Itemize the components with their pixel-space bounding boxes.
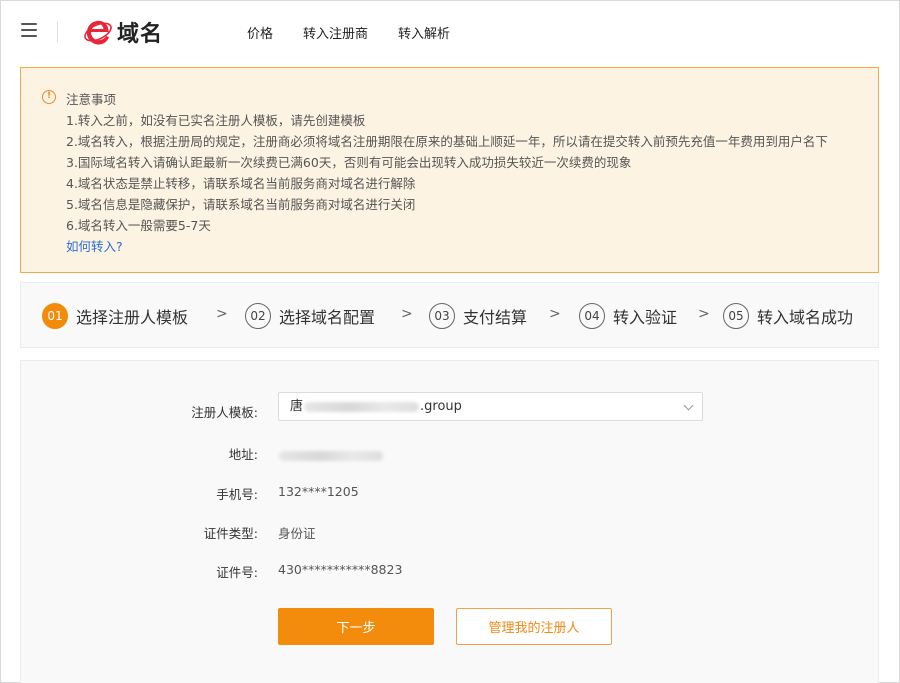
- top-header: 域名 价格 转入注册商 转入解析: [1, 1, 899, 63]
- address-row: 地址:: [21, 441, 878, 463]
- id-type-label: 证件类型:: [203, 526, 258, 541]
- top-nav: 价格 转入注册商 转入解析: [247, 23, 480, 42]
- notice-item: 3.国际域名转入请确认距最新一次续费已满60天，否则有可能会出现转入成功损失较近…: [66, 155, 632, 170]
- step-number: 03: [429, 303, 455, 329]
- template-value-prefix: 唐: [290, 399, 304, 414]
- template-label: 注册人模板:: [191, 405, 258, 420]
- step-label: 支付结算: [463, 308, 528, 327]
- step-label: 转入域名成功: [757, 308, 854, 327]
- step-number: 01: [42, 303, 68, 329]
- id-number-value: 430***********8823: [278, 562, 403, 577]
- step-separator: >: [698, 306, 710, 322]
- notice-item: 1.转入之前，如没有已实名注册人模板，请先创建模板: [66, 113, 366, 128]
- address-label: 地址:: [228, 447, 258, 462]
- step-number: 04: [579, 303, 605, 329]
- step-separator: >: [401, 306, 413, 322]
- nav-item-transfer-dns[interactable]: 转入解析: [398, 23, 450, 42]
- nav-item-price[interactable]: 价格: [247, 23, 273, 42]
- manage-registrants-button[interactable]: 管理我的注册人: [456, 608, 612, 645]
- registrant-template-select[interactable]: 唐 .group: [278, 392, 703, 421]
- step-2: 02 选择域名配置: [245, 303, 375, 329]
- step-label: 选择域名配置: [279, 308, 376, 327]
- step-3: 03 支付结算: [429, 303, 527, 329]
- step-separator: >: [216, 306, 228, 322]
- phone-value: 132****1205: [278, 484, 359, 499]
- notice-title: 注意事项: [66, 92, 117, 107]
- phone-label: 手机号:: [216, 487, 258, 502]
- step-number: 02: [245, 303, 271, 329]
- id-type-row: 证件类型: 身份证: [21, 520, 878, 542]
- registrant-form: 注册人模板: 唐 .group 地址: 手机号: 132****1205 证件类型…: [20, 360, 879, 683]
- template-value-suffix: .group: [420, 399, 462, 414]
- id-number-row: 证件号: 430***********8823: [21, 559, 878, 581]
- how-to-transfer-link[interactable]: 如何转入?: [66, 236, 828, 257]
- next-step-button[interactable]: 下一步: [278, 608, 434, 645]
- notice-list: 1.转入之前，如没有已实名注册人模板，请先创建模板 2.域名转入，根据注册局的规…: [66, 110, 828, 257]
- step-label: 选择注册人模板: [76, 308, 189, 327]
- warning-icon: !: [42, 90, 56, 104]
- notice-item: 5.域名信息是隐藏保护，请联系域名当前服务商对域名进行关闭: [66, 197, 416, 212]
- phone-row: 手机号: 132****1205: [21, 481, 878, 503]
- logo-e-icon: [84, 20, 112, 45]
- redacted-text: [279, 450, 383, 461]
- hamburger-menu-icon[interactable]: [21, 23, 37, 39]
- logo-text: 域名: [117, 22, 164, 47]
- header-divider: [57, 22, 58, 42]
- step-5: 05 转入域名成功: [723, 303, 853, 329]
- chevron-down-icon: [683, 400, 694, 411]
- notice-item: 2.域名转入，根据注册局的规定，注册商必须将域名注册期限在原来的基础上顺延一年，…: [66, 134, 828, 149]
- step-separator: >: [549, 306, 561, 322]
- id-number-label: 证件号:: [216, 565, 258, 580]
- id-type-value: 身份证: [278, 526, 316, 541]
- notice-item: 4.域名状态是禁止转移，请联系域名当前服务商对域名进行解除: [66, 176, 416, 191]
- logo[interactable]: 域名: [83, 15, 163, 49]
- address-value: [278, 447, 384, 462]
- nav-item-transfer-registrar[interactable]: 转入注册商: [303, 23, 368, 42]
- step-1: 01 选择注册人模板: [42, 303, 188, 329]
- step-label: 转入验证: [613, 308, 678, 327]
- notice-box: ! 注意事项 1.转入之前，如没有已实名注册人模板，请先创建模板 2.域名转入，…: [20, 67, 879, 273]
- step-4: 04 转入验证: [579, 303, 677, 329]
- template-row: 注册人模板: 唐 .group: [21, 392, 878, 421]
- notice-item: 6.域名转入一般需要5-7天: [66, 218, 211, 233]
- step-number: 05: [723, 303, 749, 329]
- redacted-text: [304, 401, 420, 412]
- progress-steps: 01 选择注册人模板 > 02 选择域名配置 > 03 支付结算 > 04 转入…: [20, 282, 879, 348]
